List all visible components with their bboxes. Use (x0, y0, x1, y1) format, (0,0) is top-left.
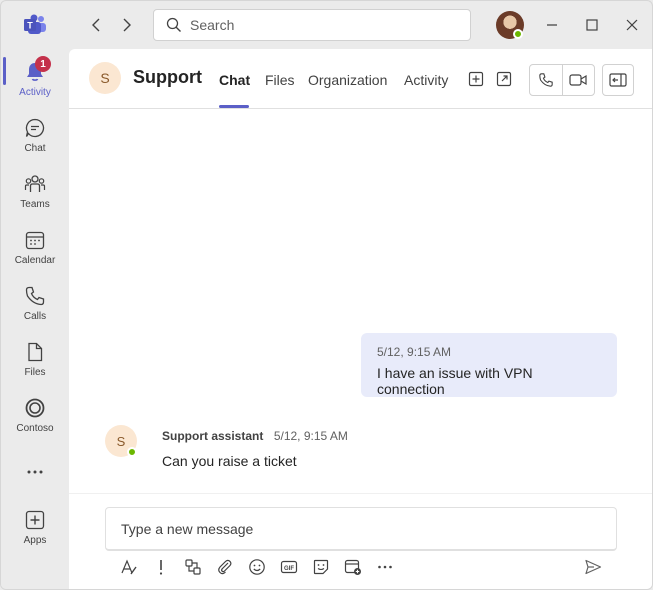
message-timestamp: 5/12, 9:15 AM (273, 429, 348, 443)
tab-chat[interactable]: Chat (219, 72, 250, 88)
outgoing-message[interactable]: 5/12, 9:15 AM I have an issue with VPN c… (361, 333, 617, 397)
close-button[interactable] (622, 15, 642, 35)
send-icon (585, 559, 602, 575)
minimize-button[interactable] (542, 15, 562, 35)
incoming-message[interactable]: Support assistant 5/12, 9:15 AM Can you … (162, 427, 348, 469)
rail-item-calendar[interactable]: Calendar (1, 217, 69, 273)
sender-name: Support assistant (162, 429, 264, 443)
chat-icon (25, 118, 45, 138)
contoso-icon (25, 398, 45, 418)
rail-label-chat: Chat (24, 143, 46, 154)
add-tab-icon (468, 71, 484, 87)
calendar-icon (25, 231, 45, 250)
compose-placeholder: Type a new message (121, 520, 254, 537)
rail-label-calls: Calls (23, 311, 47, 322)
add-tab-button[interactable] (466, 69, 486, 89)
rail-label-activity: Activity (19, 87, 51, 98)
apps-icon (25, 510, 45, 530)
notification-badge: 1 (35, 56, 51, 72)
paperclip-icon (218, 559, 232, 575)
presence-available-icon (127, 447, 137, 457)
emoji-icon (249, 559, 265, 575)
gif-icon: GIF (280, 560, 298, 574)
loop-icon (185, 559, 201, 575)
schedule-meeting-button[interactable] (343, 557, 363, 577)
more-icon (378, 565, 392, 569)
message-text: I have an issue with VPN connection (377, 365, 533, 397)
tab-organization[interactable]: Organization (308, 72, 387, 88)
rail-label-teams: Teams (20, 199, 50, 210)
maximize-icon (586, 19, 598, 31)
rail-item-teams[interactable]: Teams (1, 161, 69, 217)
teams-window: T Search Activity 1 Chat Teams Calendar … (0, 0, 653, 590)
attach-button[interactable] (215, 557, 235, 577)
compose-divider (69, 493, 652, 494)
presence-available-icon (513, 29, 523, 39)
mark-important-button[interactable] (151, 557, 171, 577)
more-options-button[interactable] (375, 557, 395, 577)
pop-out-icon (496, 71, 512, 87)
call-button-group (529, 64, 595, 96)
svg-text:GIF: GIF (284, 566, 294, 572)
side-panel-icon (609, 73, 627, 87)
format-icon (121, 559, 137, 575)
teams-icon (24, 175, 46, 192)
video-icon (569, 74, 588, 86)
phone-icon (539, 73, 553, 87)
send-button[interactable] (583, 557, 603, 577)
phone-icon (25, 286, 45, 306)
file-icon (28, 342, 43, 362)
exclamation-icon (159, 560, 163, 575)
message-timestamp: 5/12, 9:15 AM (377, 345, 452, 359)
channel-avatar: S (89, 62, 121, 94)
emoji-button[interactable] (247, 557, 267, 577)
rail-item-activity[interactable]: Activity 1 (1, 49, 69, 105)
video-call-button[interactable] (561, 65, 594, 95)
channel-title: Support (133, 67, 202, 87)
rail-item-chat[interactable]: Chat (1, 105, 69, 161)
chevron-right-icon (123, 18, 131, 32)
rail-item-files[interactable]: Files (1, 329, 69, 385)
rail-item-apps[interactable]: Apps (1, 497, 69, 553)
teams-logo-icon: T (23, 13, 47, 37)
pop-out-button[interactable] (494, 69, 514, 89)
channel-header: S Support Chat Files Organization Activi… (69, 49, 652, 109)
active-tab-indicator (219, 105, 249, 108)
schedule-meeting-icon (344, 559, 361, 575)
loop-component-button[interactable] (183, 557, 203, 577)
rail-label-apps: Apps (23, 535, 47, 546)
gif-button[interactable]: GIF (279, 557, 299, 577)
tab-activity[interactable]: Activity (404, 72, 448, 88)
more-icon (27, 470, 43, 474)
rail-item-calls[interactable]: Calls (1, 273, 69, 329)
rail-label-calendar: Calendar (14, 255, 56, 266)
back-button[interactable] (87, 15, 107, 35)
open-side-panel-button[interactable] (602, 64, 634, 96)
compose-box[interactable]: Type a new message (105, 507, 617, 551)
message-text: Can you raise a ticket (162, 453, 297, 469)
chevron-left-icon (92, 18, 100, 32)
title-bar: T Search (1, 1, 652, 49)
rail-label-contoso: Contoso (16, 423, 54, 434)
maximize-button[interactable] (582, 15, 602, 35)
main-panel: S Support Chat Files Organization Activi… (69, 49, 652, 589)
audio-call-button[interactable] (530, 65, 562, 95)
close-icon (626, 19, 638, 31)
format-button[interactable] (119, 557, 139, 577)
sticker-button[interactable] (311, 557, 331, 577)
tab-files[interactable]: Files (265, 72, 295, 88)
minimize-icon (547, 24, 557, 26)
rail-item-contoso[interactable]: Contoso (1, 385, 69, 441)
sticker-icon (313, 559, 329, 575)
search-input[interactable]: Search (153, 9, 471, 41)
forward-button[interactable] (116, 15, 136, 35)
search-placeholder: Search (190, 17, 235, 33)
svg-text:T: T (27, 21, 33, 31)
rail-label-files: Files (24, 367, 46, 378)
app-rail: Activity 1 Chat Teams Calendar Calls Fil… (1, 49, 69, 589)
search-icon (166, 17, 182, 33)
